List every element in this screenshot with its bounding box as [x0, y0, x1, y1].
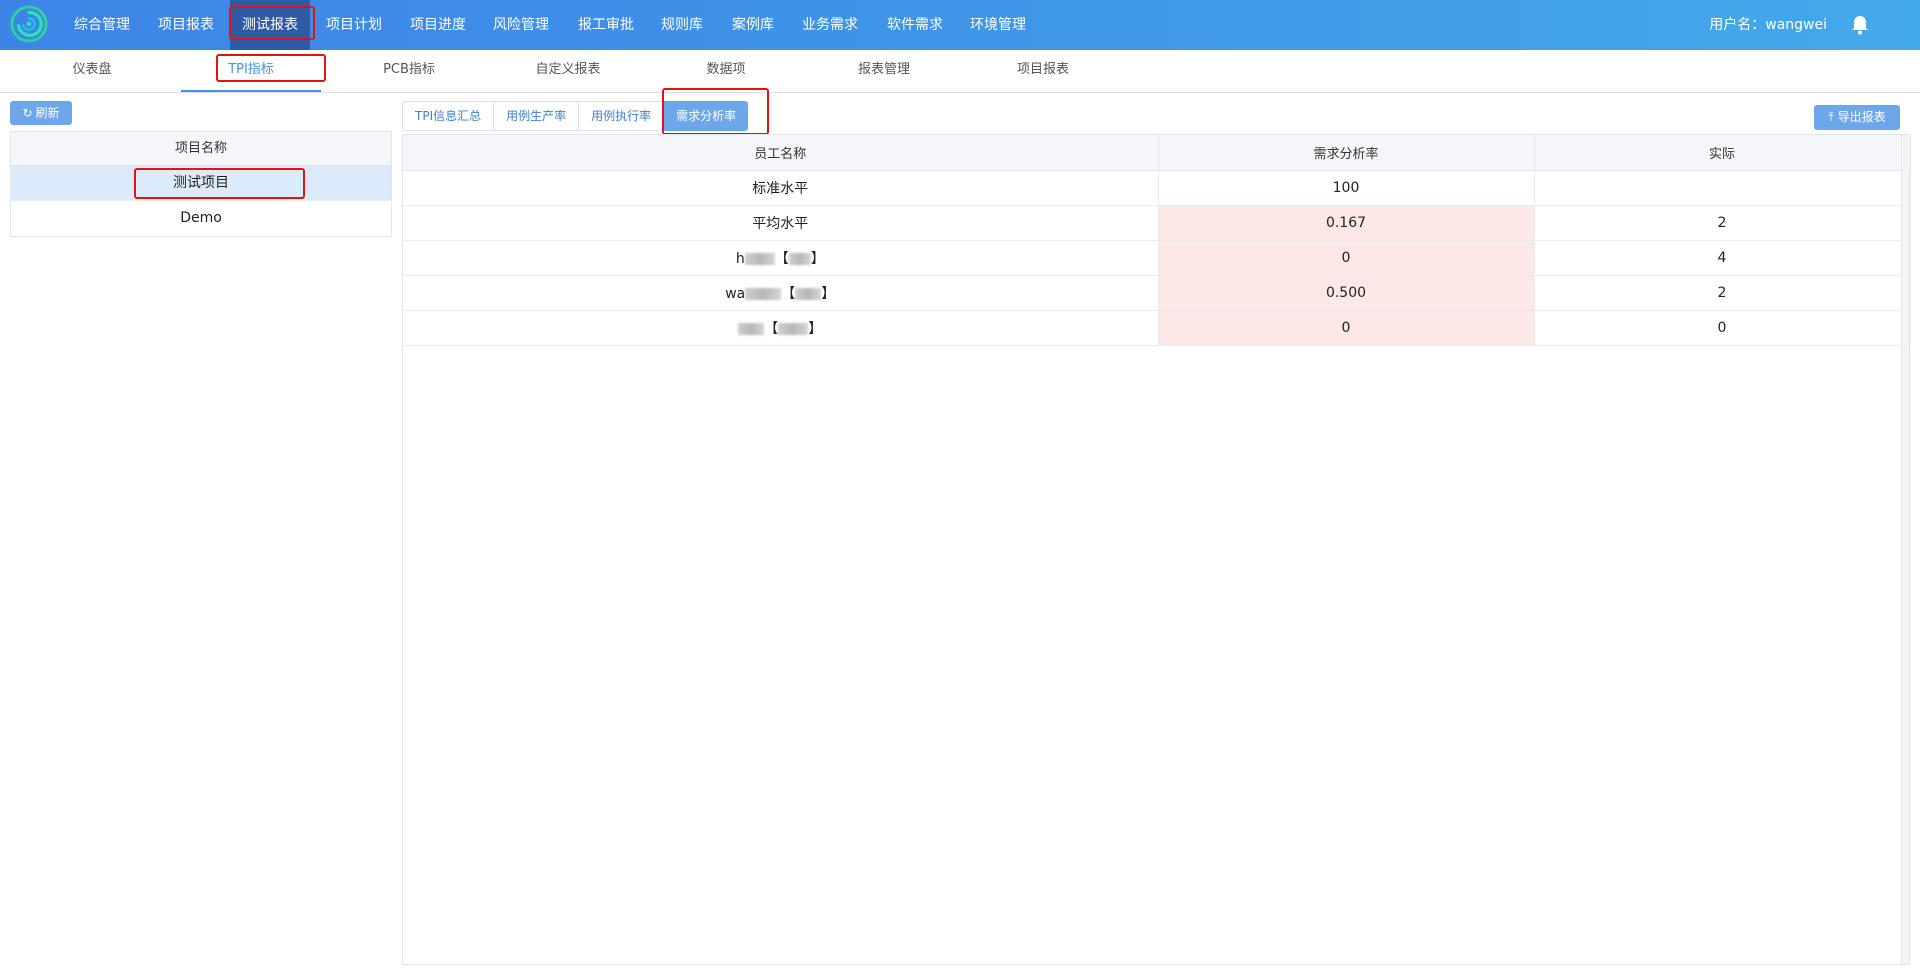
cell-name: 【】: [403, 310, 1159, 346]
cell-actual: 4: [1534, 240, 1911, 276]
col-employee-name[interactable]: 员工名称: [403, 135, 1159, 171]
name-prefix: h: [735, 250, 745, 267]
cell-rate: 100: [1158, 170, 1535, 206]
project-row-demo[interactable]: Demo: [11, 201, 391, 236]
cell-rate: 0: [1158, 240, 1535, 276]
redacted-text: [745, 287, 782, 300]
redacted-text: [795, 287, 822, 300]
data-table-panel: 员工名称 需求分析率 实际 标准水平 100 平均水平 0.167 2 h 【 】 …: [402, 134, 1911, 965]
redacted-text: [788, 252, 811, 265]
cell-actual: [1534, 170, 1911, 206]
table-row: 标准水平 100: [403, 170, 1911, 206]
tab-dashboard[interactable]: 仪表盘: [52, 50, 132, 92]
redacted-text: [778, 322, 809, 335]
table-row: 【】 0 0: [403, 310, 1911, 346]
name-bracket-close: 】: [808, 320, 823, 337]
project-row-test[interactable]: 测试项目: [11, 166, 391, 201]
tab-report-management[interactable]: 报表管理: [844, 50, 924, 92]
export-label: 导出报表: [1837, 110, 1886, 124]
tab-pcb-metrics[interactable]: PCB指标: [369, 50, 449, 92]
top-nav-bar: 综合管理 项目报表 测试报表 项目计划 项目进度 风险管理 报工审批 规则库 案…: [0, 0, 1920, 50]
nav-item-rule-library[interactable]: 规则库: [661, 0, 703, 50]
export-report-button[interactable]: ⤒ 导出报表: [1814, 105, 1900, 130]
requirement-analysis-table: 员工名称 需求分析率 实际 标准水平 100 平均水平 0.167 2 h 【 】 …: [403, 135, 1911, 346]
tab-custom-report[interactable]: 自定义报表: [528, 50, 608, 92]
cell-name: wa 【 】: [403, 275, 1159, 311]
nav-item-overview[interactable]: 综合管理: [74, 0, 130, 50]
nav-item-project-report[interactable]: 项目报表: [158, 0, 214, 50]
sub-nav-bar: 仪表盘 TPI指标 PCB指标 自定义报表 数据项 报表管理 项目报表: [0, 50, 1920, 93]
nav-item-case-library[interactable]: 案例库: [732, 0, 774, 50]
name-bracket-close: 】: [810, 250, 825, 267]
redacted-text: [744, 252, 775, 265]
bell-icon[interactable]: [1851, 15, 1869, 35]
upload-icon: ⤒: [1828, 110, 1834, 124]
tab-requirement-analysis-rate[interactable]: 需求分析率: [663, 101, 749, 131]
cell-name: 标准水平: [403, 170, 1159, 206]
name-bracket-open: 【: [764, 320, 779, 337]
cell-rate: 0: [1158, 310, 1535, 346]
cell-actual: 0: [1534, 310, 1911, 346]
refresh-button[interactable]: ↻ 刷新: [10, 101, 72, 125]
name-bracket-close: 】: [821, 285, 836, 302]
col-actual[interactable]: 实际: [1534, 135, 1911, 171]
nav-item-software-requirements[interactable]: 软件需求: [887, 0, 943, 50]
cell-actual: 2: [1534, 275, 1911, 311]
nav-item-project-progress[interactable]: 项目进度: [410, 0, 466, 50]
nav-item-project-plan[interactable]: 项目计划: [326, 0, 382, 50]
report-tabs: TPI信息汇总 用例生产率 用例执行率 需求分析率: [402, 101, 749, 131]
cell-rate: 0.500: [1158, 275, 1535, 311]
nav-item-risk-management[interactable]: 风险管理: [493, 0, 549, 50]
refresh-icon: ↻: [22, 106, 33, 120]
vertical-scrollbar[interactable]: [1901, 135, 1909, 964]
name-prefix: wa: [725, 285, 746, 302]
cell-rate: 0.167: [1158, 205, 1535, 241]
cell-name: 平均水平: [403, 205, 1159, 241]
table-header-row: 员工名称 需求分析率 实际: [403, 135, 1911, 171]
nav-item-environment-management[interactable]: 环境管理: [970, 0, 1026, 50]
tab-project-report[interactable]: 项目报表: [1003, 50, 1083, 92]
nav-item-test-report[interactable]: 测试报表: [230, 0, 310, 50]
cell-name: h 【 】: [403, 240, 1159, 276]
project-list-header: 项目名称: [11, 132, 391, 166]
tab-tpi-summary[interactable]: TPI信息汇总: [402, 101, 494, 131]
tab-case-execution-rate[interactable]: 用例执行率: [578, 101, 664, 131]
table-row: h 【 】 0 4: [403, 240, 1911, 276]
nav-item-work-approval[interactable]: 报工审批: [578, 0, 634, 50]
tab-tpi-metrics[interactable]: TPI指标: [181, 50, 321, 92]
tab-case-production-rate[interactable]: 用例生产率: [493, 101, 579, 131]
name-bracket-open: 【: [781, 285, 796, 302]
name-bracket-open: 【: [774, 250, 789, 267]
user-name-label: 用户名：wangwei: [1709, 17, 1827, 33]
redacted-text: [738, 322, 765, 335]
nav-item-business-requirements[interactable]: 业务需求: [802, 0, 858, 50]
refresh-label: 刷新: [35, 106, 60, 120]
table-row: wa 【 】 0.500 2: [403, 275, 1911, 311]
app-logo-icon[interactable]: [10, 5, 48, 43]
col-requirement-analysis-rate[interactable]: 需求分析率: [1158, 135, 1535, 171]
project-list: 项目名称 测试项目 Demo: [10, 131, 392, 237]
cell-actual: 2: [1534, 205, 1911, 241]
tab-data-items[interactable]: 数据项: [686, 50, 766, 92]
table-row: 平均水平 0.167 2: [403, 205, 1911, 241]
